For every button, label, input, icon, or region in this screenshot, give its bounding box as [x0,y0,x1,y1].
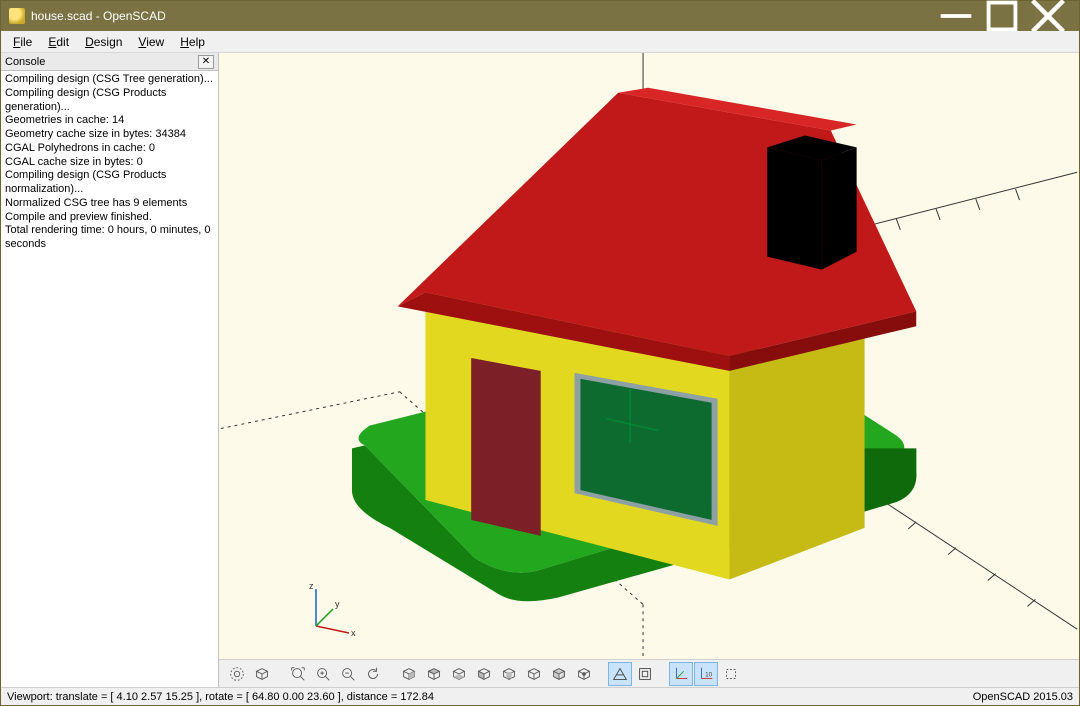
version-label: OpenSCAD 2015.03 [973,691,1073,703]
maximize-button[interactable] [979,1,1025,31]
preview-button[interactable] [225,662,249,686]
console-output[interactable]: Compiling design (CSG Tree generation)..… [1,71,218,687]
view-left-button[interactable] [472,662,496,686]
menu-design[interactable]: Design [77,33,130,51]
show-axes-button[interactable] [669,662,693,686]
view-top-button[interactable] [422,662,446,686]
close-button[interactable] [1025,1,1071,31]
app-icon [9,8,25,24]
menu-view[interactable]: View [130,33,172,51]
perspective-button[interactable] [608,662,632,686]
viewport-toolbar: 10 [219,659,1079,687]
minimize-button[interactable] [933,1,979,31]
menu-bar: File Edit Design View Help [1,31,1079,53]
show-crosshairs-button[interactable] [719,662,743,686]
view-back-button[interactable] [522,662,546,686]
viewport-pane: z x y [219,53,1079,687]
menu-file[interactable]: File [5,33,40,51]
view-bottom-button[interactable] [447,662,471,686]
menu-help[interactable]: Help [172,33,213,51]
3d-scene [219,53,1079,659]
console-close-button[interactable]: ✕ [198,55,214,69]
title-bar[interactable]: house.scad - OpenSCAD [1,1,1079,31]
main-area: Console ✕ Compiling design (CSG Tree gen… [1,53,1079,687]
view-front-button[interactable] [497,662,521,686]
zoom-in-button[interactable] [311,662,335,686]
app-window: house.scad - OpenSCAD File Edit Design V… [0,0,1080,706]
view-all-button[interactable] [286,662,310,686]
view-right-button[interactable] [397,662,421,686]
reset-view-button[interactable] [361,662,385,686]
console-title: Console [5,56,45,68]
render-button[interactable] [250,662,274,686]
orthographic-button[interactable] [633,662,657,686]
close-icon: ✕ [202,57,210,67]
house-chimney [767,135,856,269]
viewport-status: Viewport: translate = [ 4.10 2.57 15.25 … [7,691,434,703]
window-title: house.scad - OpenSCAD [31,9,933,23]
house-door [471,358,541,536]
svg-text:10: 10 [705,671,713,678]
menu-edit[interactable]: Edit [40,33,77,51]
status-bar: Viewport: translate = [ 4.10 2.57 15.25 … [1,687,1079,705]
3d-viewport[interactable]: z x y [219,53,1079,659]
zoom-out-button[interactable] [336,662,360,686]
view-diagonal-button[interactable] [547,662,571,686]
view-center-button[interactable] [572,662,596,686]
console-header[interactable]: Console ✕ [1,53,218,71]
console-pane: Console ✕ Compiling design (CSG Tree gen… [1,53,219,687]
show-scale-button[interactable]: 10 [694,662,718,686]
